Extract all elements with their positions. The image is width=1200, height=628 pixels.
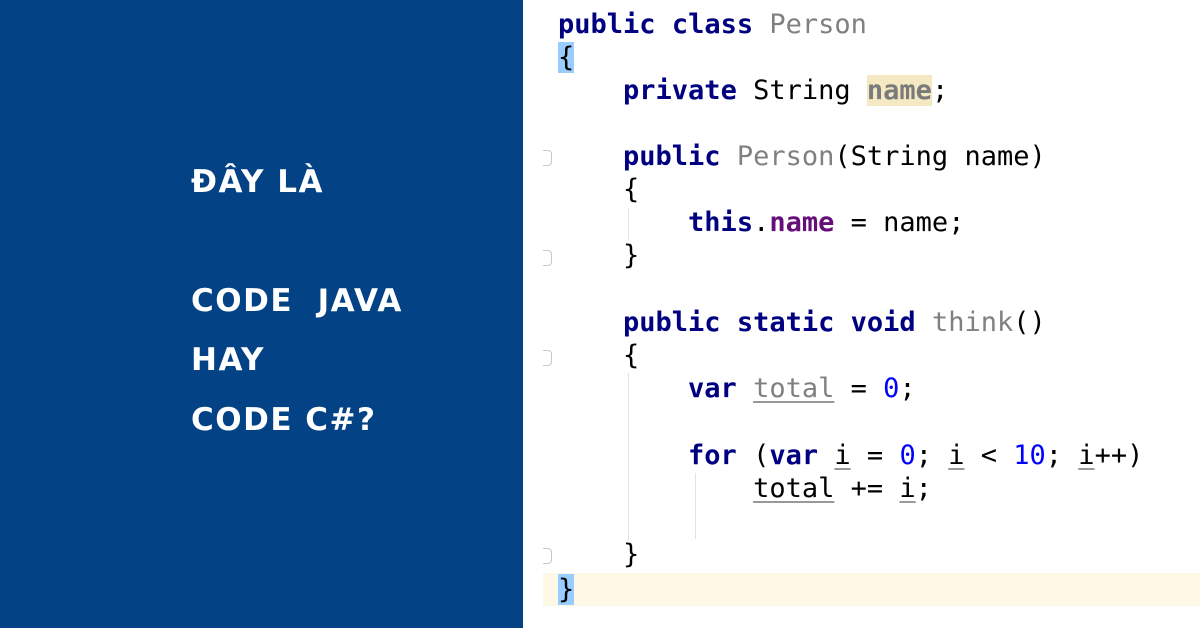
code-line-10: public static void think() bbox=[623, 307, 1046, 338]
headline-line-3: HAY bbox=[191, 342, 265, 378]
headline-line-1: ĐÂY LÀ bbox=[191, 164, 324, 200]
fold-icon[interactable] bbox=[543, 250, 552, 266]
matched-brace: { bbox=[558, 42, 575, 73]
code-line-6: { bbox=[623, 174, 640, 205]
code-line-2: { bbox=[558, 41, 575, 74]
code-line-15: total += i; bbox=[753, 473, 932, 504]
title-panel: ĐÂY LÀ CODE JAVA HAY CODE C#? bbox=[0, 0, 523, 628]
fold-icon[interactable] bbox=[543, 150, 552, 166]
headline-line-4: CODE C#? bbox=[191, 402, 377, 438]
fold-icon[interactable] bbox=[543, 548, 552, 564]
code-line-1: public class Person bbox=[558, 9, 867, 40]
fold-icon[interactable] bbox=[543, 350, 552, 366]
code-line-3: private String name; bbox=[623, 75, 949, 106]
code-line-14: for (var i = 0; i < 10; i++) bbox=[688, 440, 1144, 471]
matched-brace: } bbox=[558, 574, 575, 605]
code-editor: public class Person { private String nam… bbox=[523, 0, 1200, 628]
code-line-17: } bbox=[623, 539, 640, 570]
code-line-8: } bbox=[623, 240, 640, 271]
code-line-7: this.name = name; bbox=[688, 207, 965, 238]
highlighted-field: name bbox=[866, 75, 932, 106]
code-line-5: public Person(String name) bbox=[623, 141, 1046, 172]
code-line-11: { bbox=[623, 340, 640, 371]
code-line-12: var total = 0; bbox=[688, 373, 916, 404]
headline-line-2: CODE JAVA bbox=[191, 283, 403, 319]
code-line-18: } bbox=[558, 573, 575, 606]
current-line-highlight bbox=[543, 573, 1200, 606]
